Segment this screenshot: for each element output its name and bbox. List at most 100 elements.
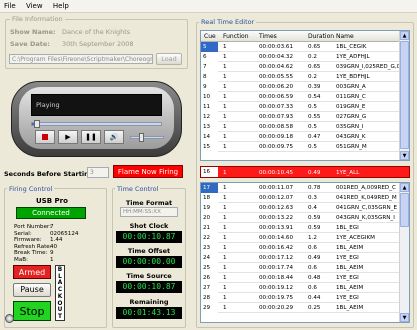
table-row[interactable]: 26 1 00:00:18.44 0.48 1YE_EGI <box>201 273 409 283</box>
time-cell: 00:00:19.12 <box>259 284 294 291</box>
table-row[interactable]: 10 1 00:00:06.59 0.54 011GRN_C <box>201 92 409 102</box>
current-cue-time: 00:00:10.45 <box>259 170 294 176</box>
current-cue-number: 16 <box>201 167 218 177</box>
cue-cell: 29 <box>201 303 218 313</box>
function-cell: 1 <box>223 73 227 80</box>
scroll-up-icon[interactable]: ▲ <box>400 183 409 192</box>
time-cell: 00:00:06.20 <box>259 83 294 90</box>
status-led-icon <box>5 314 14 323</box>
scroll-down-icon[interactable]: ▼ <box>400 313 409 322</box>
time-cell: 00:00:14.60 <box>259 234 294 241</box>
function-cell: 1 <box>223 234 227 241</box>
col-cue[interactable]: Cue <box>204 33 216 40</box>
upcoming-cues-table: Cue Function Times Duration Name 5 1 00:00… <box>200 30 410 161</box>
stop-play-button[interactable] <box>35 130 55 144</box>
function-cell: 1 <box>223 214 227 221</box>
flame-firing-alert: Flame Now Firing <box>113 165 183 178</box>
table-row[interactable]: 28 1 00:00:19.75 0.44 1YE_EGI <box>201 293 409 303</box>
duration-cell: 0.65 <box>308 63 321 70</box>
table-row[interactable]: 27 1 00:00:19.12 0.6 1BL_AEIM <box>201 283 409 293</box>
menu-file[interactable]: File <box>0 0 20 10</box>
upper-scroll-thumb[interactable] <box>400 41 409 149</box>
time-cell: 00:00:12.07 <box>259 194 294 201</box>
table-row[interactable]: 25 1 00:00:17.74 0.6 1BL_AEIM <box>201 263 409 273</box>
name-cell: 1YE_BDFHJL <box>336 73 370 80</box>
table-row[interactable]: 11 1 00:00:07.33 0.5 019GRN_E <box>201 102 409 112</box>
table-row[interactable]: 13 1 00:00:08.58 0.5 035GRN_I <box>201 122 409 132</box>
lower-scroll-thumb[interactable] <box>400 193 409 227</box>
table-row[interactable]: 19 1 00:00:12.63 0.4 041GRN_C,035GRN_E <box>201 203 409 213</box>
cue-cell: 18 <box>201 193 218 203</box>
table-row[interactable]: 24 1 00:00:17.12 0.49 1YE_EGI <box>201 253 409 263</box>
device-info-key: Break Time: <box>14 250 48 256</box>
name-cell: 1BL_AEIM <box>336 284 364 291</box>
current-cue-row[interactable]: 16 1 00:00:10.45 0.49 1YE_ALL <box>200 166 410 178</box>
play-button[interactable]: ▶ <box>58 130 78 144</box>
table-row[interactable]: 8 1 00:00:05.55 0.2 1YE_BDFHJL <box>201 72 409 82</box>
name-cell: 043GRN_K,035GRN_I <box>336 214 395 221</box>
table-row[interactable]: 21 1 00:00:13.91 0.59 1BL_EGI <box>201 223 409 233</box>
time-cell: 00:00:20.29 <box>259 304 294 311</box>
armed-button[interactable]: Armed <box>13 265 51 279</box>
col-name[interactable]: Name <box>336 33 354 40</box>
play-icon: ▶ <box>65 133 71 141</box>
menu-help[interactable]: Help <box>49 0 73 10</box>
cue-table-header: Cue Function Times Duration Name <box>201 31 409 42</box>
volume-slider[interactable] <box>130 136 164 139</box>
time-cell: 00:00:06.59 <box>259 93 294 100</box>
time-source-display: 00:00:10.87 <box>116 281 182 293</box>
duration-cell: 0.44 <box>308 294 321 301</box>
mute-button[interactable]: 🔊 <box>104 130 124 144</box>
table-row[interactable]: 17 1 00:00:11.07 0.78 001RED_A,009RED_C <box>201 183 409 193</box>
table-row[interactable]: 18 1 00:00:12.07 0.3 041RED_K,049RED_M <box>201 193 409 203</box>
cue-cell: 24 <box>201 253 218 263</box>
table-row[interactable]: 23 1 00:00:16.42 0.6 1BL_AEIM <box>201 243 409 253</box>
name-cell: 019GRN_E <box>336 103 366 110</box>
function-cell: 1 <box>223 103 227 110</box>
function-cell: 1 <box>223 43 227 50</box>
load-button[interactable]: Load <box>156 53 182 65</box>
scroll-down-icon[interactable]: ▼ <box>400 151 409 160</box>
function-cell: 1 <box>223 304 227 311</box>
cue-cell: 21 <box>201 223 218 233</box>
seek-thumb[interactable] <box>33 120 40 128</box>
pause-button[interactable]: ❚❚ <box>81 130 101 144</box>
pause-fire-button[interactable]: Pause <box>13 283 51 297</box>
lower-scrollbar[interactable]: ▲ ▼ <box>399 183 409 322</box>
name-cell: 1YE_EGI <box>336 294 359 301</box>
table-row[interactable]: 29 1 00:00:20.29 0.25 1BL_AEIM <box>201 303 409 313</box>
table-row[interactable]: 15 1 00:00:09.75 0.5 051GRN_M <box>201 142 409 152</box>
table-row[interactable]: 9 1 00:00:06.20 0.39 003GRN_A <box>201 82 409 92</box>
col-function[interactable]: Function <box>223 33 249 40</box>
cue-cell: 23 <box>201 243 218 253</box>
player-screen: Playing <box>31 94 162 116</box>
col-duration[interactable]: Duration <box>308 33 334 40</box>
function-cell: 1 <box>223 133 227 140</box>
table-row[interactable]: 22 1 00:00:14.60 1.2 1YE_ACEGIKM <box>201 233 409 243</box>
name-cell: 1BL_AEIM <box>336 264 364 271</box>
table-row[interactable]: 20 1 00:00:13.22 0.59 043GRN_K,035GRN_I <box>201 213 409 223</box>
seconds-before-field[interactable]: 3 <box>87 167 109 178</box>
stop-fire-button[interactable]: Stop <box>13 301 51 321</box>
table-row[interactable]: 14 1 00:00:09.18 0.47 043GRN_K <box>201 132 409 142</box>
col-times[interactable]: Times <box>259 33 277 40</box>
cue-cell: 27 <box>201 283 218 293</box>
time-cell: 00:00:04.62 <box>259 63 294 70</box>
file-path-field[interactable]: C:\Program Files\Fireone\Scriptmaker\Cho… <box>9 54 153 64</box>
next-cues-table: 17 1 00:00:11.07 0.78 001RED_A,009RED_C 18 1 00… <box>200 182 410 323</box>
table-row[interactable]: 6 1 00:00:04.32 0.2 1YE_ADFHJL <box>201 52 409 62</box>
scroll-up-icon[interactable]: ▲ <box>400 31 409 40</box>
table-row[interactable]: 7100:00:04.620.65039GRN_I,025RED_G,019GR… <box>201 62 409 72</box>
current-cue[interactable]: 16 1 00:00:10.45 0.49 1YE_ALL <box>201 167 409 177</box>
menu-view[interactable]: View <box>22 0 47 10</box>
time-format-select[interactable]: HH:MM:SS:XX <box>120 207 178 217</box>
volume-thumb[interactable] <box>138 133 144 142</box>
cue-cell: 8 <box>201 72 218 82</box>
table-row[interactable]: 12 1 00:00:07.93 0.55 027GRN_G <box>201 112 409 122</box>
table-row[interactable]: 5 1 00:00:03.61 0.65 1BL_CEGIK <box>201 42 409 52</box>
upper-scrollbar[interactable]: ▲ ▼ <box>399 31 409 160</box>
device-info-value: 1 <box>50 256 54 263</box>
blackout-button[interactable]: BLACKOUT <box>55 265 65 321</box>
seek-bar[interactable] <box>31 122 162 126</box>
seconds-before-label: Seconds Before Starting: <box>4 170 96 178</box>
